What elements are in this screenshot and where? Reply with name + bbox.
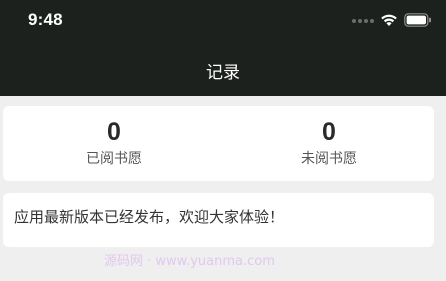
stat-read-label: 已阅书愿 xyxy=(86,151,142,167)
status-bar: 9:48 xyxy=(0,0,446,42)
status-time: 9:48 xyxy=(28,10,63,29)
watermark: 源码网 · www.yuanma.com xyxy=(104,254,275,269)
notice-text: 应用最新版本已经发布，欢迎大家体验！ xyxy=(14,208,285,226)
page-title: 记录 xyxy=(206,63,240,83)
battery-icon xyxy=(404,12,432,31)
cellular-dots-icon xyxy=(352,19,374,23)
stat-unread-wishes[interactable]: 0 未阅书愿 xyxy=(269,118,389,168)
stat-read-value: 0 xyxy=(107,118,121,146)
stat-unread-value: 0 xyxy=(322,118,336,146)
stat-read-wishes[interactable]: 0 已阅书愿 xyxy=(54,118,174,168)
notice-card[interactable]: 应用最新版本已经发布，欢迎大家体验！ xyxy=(3,193,434,247)
stat-unread-label: 未阅书愿 xyxy=(301,151,357,167)
status-icons xyxy=(352,12,432,30)
nav-bar: 记录 xyxy=(0,42,446,96)
wifi-icon xyxy=(380,12,398,31)
stats-card: 0 已阅书愿 0 未阅书愿 xyxy=(3,106,434,181)
